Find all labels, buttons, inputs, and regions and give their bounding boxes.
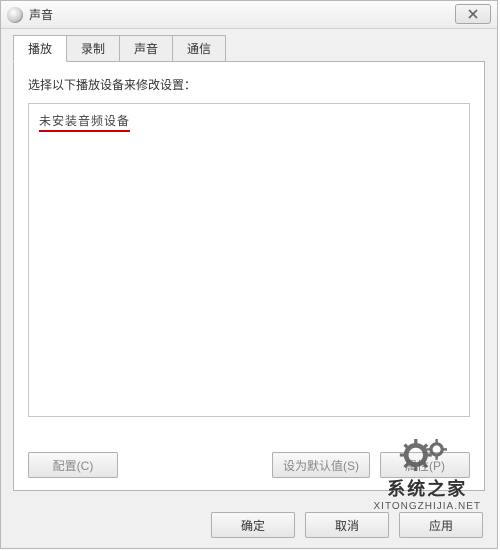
tab-playback[interactable]: 播放 [13,35,67,62]
close-icon [467,8,479,20]
watermark-text-url: XITONGZHIJIA.NET [374,501,482,512]
ok-button[interactable]: 确定 [211,512,295,538]
cancel-button[interactable]: 取消 [305,512,389,538]
dialog-bottom-buttons: 确定 取消 应用 [211,512,483,538]
window-title: 声音 [29,6,53,23]
properties-button[interactable]: 属性(P) [380,452,470,478]
tab-communications[interactable]: 通信 [173,35,226,62]
panel-buttons: 配置(C) 设为默认值(S) 属性(P) [28,452,470,478]
tabpanel-playback: 选择以下播放设备来修改设置： 未安装音频设备 配置(C) 设为默认值(S) 属性… [13,61,485,491]
panel-buttons-right: 设为默认值(S) 属性(P) [272,452,470,478]
dialog-content: 播放 录制 声音 通信 选择以下播放设备来修改设置： 未安装音频设备 配置(C)… [1,29,497,491]
titlebar: 声音 [1,1,497,29]
tab-sounds[interactable]: 声音 [120,35,173,62]
tab-recording[interactable]: 录制 [67,35,120,62]
sound-icon [7,7,23,23]
device-list[interactable]: 未安装音频设备 [28,103,470,417]
apply-button[interactable]: 应用 [399,512,483,538]
sound-dialog: 声音 播放 录制 声音 通信 选择以下播放设备来修改设置： 未安装音频设备 配置… [0,0,498,549]
set-default-button[interactable]: 设为默认值(S) [272,452,370,478]
instruction-text: 选择以下播放设备来修改设置： [28,76,470,93]
close-button[interactable] [455,4,491,24]
tabstrip: 播放 录制 声音 通信 [13,35,485,62]
configure-button[interactable]: 配置(C) [28,452,118,478]
no-device-label: 未安装音频设备 [39,112,130,132]
